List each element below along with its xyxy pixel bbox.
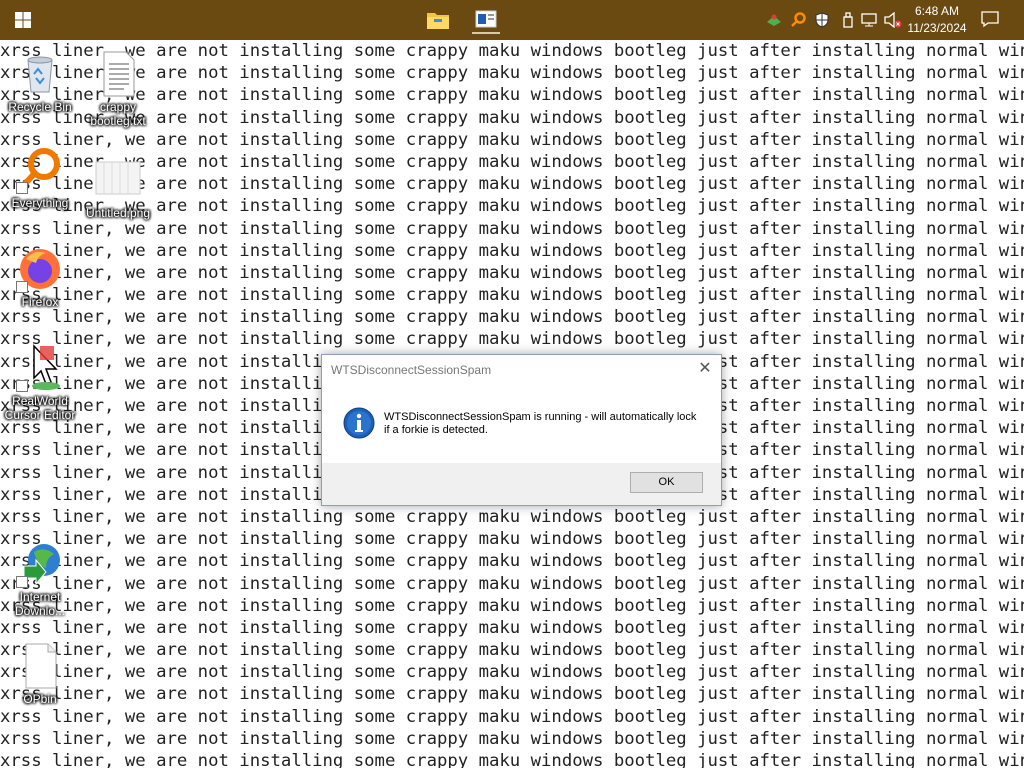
dialog-message: WTSDisconnectSessionSpam is running - wi…	[384, 411, 697, 436]
desktop-icon-label: Internet Downlo...	[14, 590, 66, 618]
image-file-icon	[94, 156, 142, 204]
desktop-icon-firefox[interactable]: Firefox	[0, 245, 80, 309]
information-icon	[343, 407, 375, 439]
desktop-icon-label: RealWorld Cursor Editor	[4, 394, 76, 422]
firefox-icon	[16, 245, 64, 293]
system-clock[interactable]: 6:48 AM 11/23/2024	[904, 3, 970, 37]
wallpaper-line: xrss liner, we are not installing some c…	[0, 751, 1024, 768]
desktop-icon-recycle-bin[interactable]: Recycle Bin	[0, 50, 80, 114]
desktop-icon-everything[interactable]: Everything	[0, 146, 80, 210]
text-file-icon	[94, 50, 142, 98]
desktop-icon-internet-download-manager[interactable]: Internet Downlo...	[0, 540, 80, 618]
desktop-icon-label: Firefox	[21, 295, 59, 309]
desktop-icon-label: OPbin	[23, 692, 57, 706]
desktop-icon-opbin[interactable]: OPbin	[0, 642, 80, 706]
everything-icon	[16, 146, 64, 194]
wallpaper-line: xrss liner, we are not installing some c…	[0, 617, 1024, 638]
action-center-icon[interactable]	[980, 10, 1002, 30]
clock-date: 11/23/2024	[907, 21, 967, 35]
network-disconnected-icon[interactable]	[861, 11, 879, 29]
wallpaper-line: xrss liner, we are not installing some c…	[0, 262, 1024, 283]
wallpaper-line: xrss liner, we are not installing some c…	[0, 662, 1024, 683]
desktop-icon-label: crappy bootleg.txt	[90, 100, 146, 128]
wallpaper-line: xrss liner, we are not installing some c…	[0, 307, 1024, 328]
desktop-icon-untitled-png[interactable]: Untitled.png	[78, 156, 158, 220]
desktop-icon-label: Everything	[11, 196, 69, 210]
shortcut-arrow-icon	[16, 182, 28, 194]
network-share-icon[interactable]	[765, 11, 783, 29]
clock-time: 6:48 AM	[914, 4, 960, 18]
desktop: xrss liner, we are not installing some c…	[0, 40, 1024, 768]
wallpaper-line: xrss liner, we are not installing some c…	[0, 640, 1024, 661]
file-explorer-icon[interactable]	[424, 6, 452, 34]
everything-search-icon[interactable]	[789, 11, 807, 29]
desktop-icon-label: Untitled.png	[85, 206, 151, 220]
wallpaper-line: xrss liner, we are not installing some c…	[0, 240, 1024, 261]
start-button[interactable]	[0, 0, 46, 40]
shield-icon[interactable]	[813, 11, 831, 29]
windows-logo-icon	[15, 12, 31, 28]
taskbar: 6:48 AM 11/23/2024	[0, 0, 1024, 40]
volume-muted-icon[interactable]	[884, 11, 902, 29]
desktop-icon-realworld-cursor-editor[interactable]: RealWorld Cursor Editor	[0, 344, 80, 422]
wallpaper-line: xrss liner, we are not installing some c…	[0, 506, 1024, 527]
wallpaper-line: xrss liner, we are not installing some c…	[0, 573, 1024, 594]
ok-button[interactable]: OK	[630, 472, 703, 493]
wallpaper-line: xrss liner, we are not installing some c…	[0, 595, 1024, 616]
desktop-icon-label: Recycle Bin	[8, 100, 72, 114]
cursor-editor-icon	[16, 344, 64, 392]
shortcut-arrow-icon	[16, 576, 28, 588]
message-dialog[interactable]: WTSDisconnectSessionSpam ✕ WTSDisconnect…	[321, 354, 722, 506]
recycle-bin-icon	[16, 50, 64, 98]
wallpaper-line: xrss liner, we are not installing some c…	[0, 551, 1024, 572]
blank-file-icon	[16, 642, 64, 690]
shortcut-arrow-icon	[16, 281, 28, 293]
dialog-title: WTSDisconnectSessionSpam	[331, 363, 492, 377]
wallpaper-line: xrss liner, we are not installing some c…	[0, 329, 1024, 350]
dialog-footer: OK	[322, 463, 721, 505]
wallpaper-line: xrss liner, we are not installing some c…	[0, 129, 1024, 150]
desktop-icon-crappy-bootleg[interactable]: crappy bootleg.txt	[78, 50, 158, 128]
wallpaper-line: xrss liner, we are not installing some c…	[0, 728, 1024, 749]
wallpaper-line: xrss liner, we are not installing some c…	[0, 285, 1024, 306]
active-app-icon[interactable]	[472, 6, 500, 34]
internet-download-manager-icon	[16, 540, 64, 588]
shortcut-arrow-icon	[16, 380, 28, 392]
wallpaper-line: xrss liner, we are not installing some c…	[0, 529, 1024, 550]
close-icon[interactable]: ✕	[695, 359, 715, 379]
wallpaper-line: xrss liner, we are not installing some c…	[0, 706, 1024, 727]
wallpaper-line: xrss liner, we are not installing some c…	[0, 684, 1024, 705]
usb-icon[interactable]	[839, 11, 857, 29]
wallpaper-line: xrss liner, we are not installing some c…	[0, 218, 1024, 239]
